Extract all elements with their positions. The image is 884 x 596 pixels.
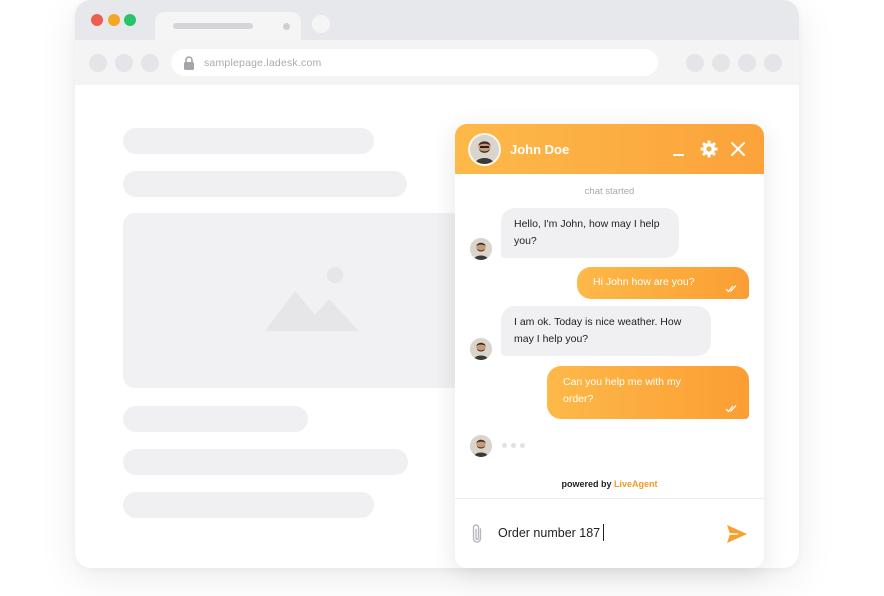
- address-bar[interactable]: samplepage.ladesk.com: [171, 49, 658, 76]
- browser-tab[interactable]: [155, 12, 301, 40]
- system-message: chat started: [584, 186, 635, 197]
- agent-avatar-small: [470, 238, 492, 260]
- menu-button[interactable]: [764, 54, 782, 72]
- chat-input-area: Order number 187: [455, 498, 764, 568]
- typing-indicator: [502, 443, 525, 448]
- image-placeholder: [123, 213, 463, 388]
- chat-widget: John Doe chat started Hello, I'm John, h…: [455, 124, 764, 568]
- paperclip-icon[interactable]: [470, 523, 484, 545]
- text-placeholder: [123, 406, 308, 432]
- brand-link[interactable]: LiveAgent: [614, 479, 658, 489]
- extension-button-1[interactable]: [686, 54, 704, 72]
- typing-dot: [520, 443, 525, 448]
- lock-icon: [184, 55, 194, 70]
- browser-titlebar: [75, 0, 799, 40]
- message-text: Hello, I'm John, how may I help you?: [514, 218, 660, 247]
- send-icon[interactable]: [726, 524, 748, 544]
- outgoing-message: Can you help me with my order?: [547, 366, 749, 419]
- chat-header: John Doe: [455, 124, 764, 174]
- window-maximize-dot[interactable]: [124, 14, 136, 26]
- outgoing-message: Hi John how are you?: [577, 267, 749, 299]
- image-icon: [265, 267, 359, 331]
- text-placeholder: [123, 449, 408, 475]
- double-check-icon: [725, 405, 737, 413]
- back-button[interactable]: [89, 54, 107, 72]
- reload-button[interactable]: [141, 54, 159, 72]
- gear-icon[interactable]: [700, 140, 718, 158]
- message-text: Can you help me with my order?: [563, 376, 681, 405]
- agent-avatar-small: [470, 338, 492, 360]
- typing-dot: [511, 443, 516, 448]
- url-text: samplepage.ladesk.com: [204, 56, 322, 69]
- message-input[interactable]: Order number 187: [498, 524, 605, 541]
- message-input-value: Order number 187: [498, 525, 601, 540]
- text-placeholder: [123, 128, 374, 154]
- browser-toolbar: samplepage.ladesk.com: [75, 40, 799, 85]
- minimize-icon[interactable]: [670, 140, 688, 158]
- close-icon[interactable]: [729, 140, 747, 158]
- window-close-dot[interactable]: [91, 14, 103, 26]
- incoming-message: I am ok. Today is nice weather. How may …: [501, 306, 711, 356]
- message-text: I am ok. Today is nice weather. How may …: [514, 316, 682, 345]
- tab-close-icon[interactable]: [283, 23, 290, 30]
- double-check-icon: [725, 285, 737, 293]
- text-placeholder: [123, 492, 374, 518]
- powered-by-label: powered by: [561, 479, 612, 489]
- new-tab-button[interactable]: [312, 15, 330, 33]
- window-minimize-dot[interactable]: [108, 14, 120, 26]
- agent-avatar-small: [470, 435, 492, 457]
- tab-title-placeholder: [173, 23, 253, 29]
- agent-name: John Doe: [510, 142, 570, 157]
- incoming-message: Hello, I'm John, how may I help you?: [501, 208, 679, 258]
- chat-messages: chat started Hello, I'm John, how may I …: [455, 174, 764, 498]
- forward-button[interactable]: [115, 54, 133, 72]
- text-placeholder: [123, 171, 407, 197]
- message-text: Hi John how are you?: [593, 276, 695, 288]
- typing-dot: [502, 443, 507, 448]
- extension-button-3[interactable]: [738, 54, 756, 72]
- powered-by: powered by LiveAgent: [455, 479, 764, 489]
- extension-button-2[interactable]: [712, 54, 730, 72]
- text-caret: [603, 524, 605, 541]
- agent-avatar: [470, 135, 499, 164]
